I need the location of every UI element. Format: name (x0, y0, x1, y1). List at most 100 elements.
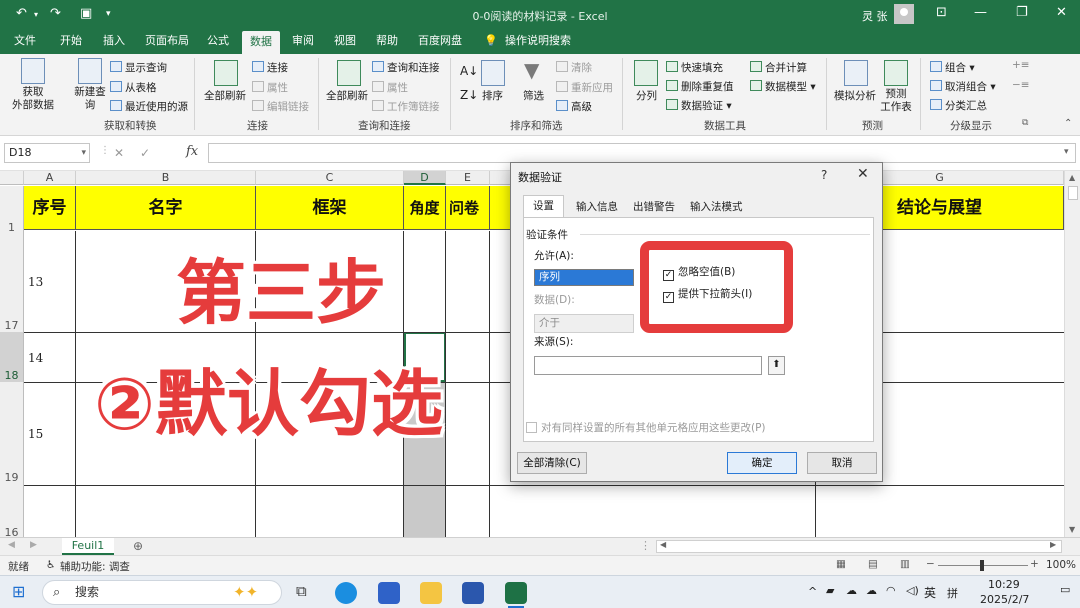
workbook-links-button[interactable]: 工作簿链接 (372, 99, 440, 114)
taskbar-search[interactable]: ⌕ 搜索 ✦✦ (42, 580, 282, 605)
onedrive-icon[interactable]: ☁ (866, 584, 877, 597)
cell-index-14[interactable]: 14 (28, 351, 43, 365)
page-break-view-icon[interactable]: ▥ (900, 558, 910, 570)
page-layout-view-icon[interactable]: ▤ (868, 558, 878, 570)
clear-all-button[interactable]: 全部清除(C) (517, 452, 587, 474)
consolidate-button[interactable]: 合并计算 (750, 60, 807, 75)
column-header-c[interactable]: C (256, 171, 404, 185)
recent-sources-button[interactable]: 最近使用的源 (110, 99, 188, 114)
sort-button[interactable]: 排序 (482, 88, 503, 103)
header-cell-angle[interactable]: 角度 (404, 186, 446, 230)
from-table-button[interactable]: 从表格 (110, 80, 157, 95)
dialog-launcher-icon[interactable]: ⧉ (1022, 118, 1028, 128)
tray-app-icon[interactable]: ▰ (826, 584, 834, 597)
cell-index-15[interactable]: 15 (28, 427, 43, 441)
ok-button[interactable]: 确定 (727, 452, 797, 474)
tab-baidu-netdisk[interactable]: 百度网盘 (418, 30, 462, 54)
new-query-icon[interactable] (78, 58, 102, 84)
tab-page-layout[interactable]: 页面布局 (145, 30, 189, 54)
wifi-icon[interactable]: ◠ (886, 584, 896, 597)
apply-to-all-checkbox[interactable]: 对有同样设置的所有其他单元格应用这些更改(P) (526, 420, 766, 435)
scroll-thumb[interactable] (1068, 186, 1078, 200)
scroll-down-icon[interactable]: ▼ (1069, 525, 1075, 534)
scroll-left-icon[interactable]: ◀ (660, 540, 666, 549)
sort-icon[interactable] (481, 60, 505, 86)
tab-data[interactable]: 数据 (242, 31, 280, 55)
data-model-button[interactable]: 数据模型 ▾ (750, 79, 816, 94)
excel-icon[interactable] (505, 582, 527, 604)
tray-chevron-icon[interactable]: ^ (808, 585, 817, 598)
new-query-button[interactable]: 新建查 询 (70, 86, 110, 112)
column-header-a[interactable]: A (24, 171, 76, 185)
group-button[interactable]: 组合 ▾ (930, 60, 975, 75)
tab-home[interactable]: 开始 (60, 30, 82, 54)
refresh-all-2-icon[interactable] (337, 60, 361, 86)
cloud-icon[interactable]: ☁ (846, 584, 857, 597)
task-view-icon[interactable]: ⧉ (296, 582, 307, 600)
connections-button[interactable]: 连接 (252, 60, 288, 75)
flash-fill-button[interactable]: 快速填充 (666, 60, 723, 75)
sheet-tab-feuil1[interactable]: Feuil1 (62, 538, 114, 555)
advanced-filter-button[interactable]: 高级 (556, 99, 592, 114)
insert-function-icon[interactable]: fx (186, 144, 198, 159)
tab-file[interactable]: 文件 (14, 30, 36, 54)
collapse-dialog-icon[interactable]: ⬆ (768, 356, 785, 375)
subtotal-button[interactable]: 分类汇总 (930, 98, 987, 113)
add-sheet-icon[interactable]: ⊕ (133, 539, 143, 553)
get-data-icon[interactable] (21, 58, 45, 84)
collapse-ribbon-icon[interactable]: ⌃ (1064, 118, 1072, 129)
refresh-all-icon[interactable] (214, 60, 238, 86)
help-icon[interactable]: ? (821, 168, 827, 182)
header-cell-name[interactable]: 名字 (76, 186, 256, 230)
dialog-tab-error-alert[interactable]: 出错警告 (629, 197, 679, 217)
checkbox-checked-icon[interactable]: ✓ (663, 292, 674, 303)
forecast-sheet-button[interactable]: 预测 工作表 (878, 88, 914, 114)
splitter-icon[interactable]: ⋮ (640, 539, 651, 552)
clock-date[interactable]: 2025/2/7 (980, 593, 1029, 606)
ungroup-button[interactable]: 取消组合 ▾ (930, 79, 996, 94)
filter-button[interactable]: 筛选 (523, 88, 544, 103)
select-all-corner[interactable] (0, 171, 24, 185)
column-header-e[interactable]: E (446, 171, 490, 185)
file-explorer-icon[interactable] (420, 582, 442, 604)
column-header-b[interactable]: B (76, 171, 256, 185)
forecast-sheet-icon[interactable] (884, 60, 908, 86)
header-cell-survey[interactable]: 问卷 (446, 186, 490, 230)
sort-ascending-icon[interactable]: A↓ (460, 64, 478, 78)
store-icon[interactable] (378, 582, 400, 604)
sort-descending-icon[interactable]: Z↓ (460, 88, 478, 102)
checkbox-unchecked-icon[interactable] (526, 422, 537, 433)
row-header-19[interactable]: 19 (0, 382, 24, 485)
show-queries-button[interactable]: 显示查询 (110, 60, 167, 75)
tab-insert[interactable]: 插入 (103, 30, 125, 54)
ribbon-display-icon[interactable]: ⊡ (936, 5, 947, 20)
notifications-icon[interactable]: ▭ (1060, 583, 1070, 596)
header-cell-framework[interactable]: 框架 (256, 186, 404, 230)
edge-icon[interactable] (335, 582, 357, 604)
close-icon[interactable]: ✕ (857, 166, 869, 182)
word-icon[interactable] (462, 582, 484, 604)
scroll-right-icon[interactable]: ▶ (1050, 540, 1056, 549)
properties-button[interactable]: 属性 (252, 80, 288, 95)
tell-me-search[interactable]: 操作说明搜索 (505, 30, 571, 54)
tab-formulas[interactable]: 公式 (207, 30, 229, 54)
ime-mode[interactable]: 拼 (947, 585, 958, 601)
dialog-tab-settings[interactable]: 设置 (523, 195, 564, 218)
refresh-all-button[interactable]: 全部刷新 (204, 88, 246, 103)
reapply-button[interactable]: 重新应用 (556, 80, 613, 95)
user-name[interactable]: 灵 张 (862, 8, 888, 24)
data-select[interactable]: 介于 (534, 314, 634, 333)
tab-review[interactable]: 审阅 (292, 30, 314, 54)
row-header-17[interactable]: 17 (0, 231, 24, 332)
volume-icon[interactable]: ◁) (906, 584, 919, 597)
row-header-1[interactable]: 1 (0, 186, 24, 234)
accessibility-status[interactable]: 辅助功能: 调查 (60, 559, 130, 574)
prev-sheet-icon[interactable]: ◀ (8, 540, 15, 550)
accessibility-icon[interactable]: ♿ (46, 559, 55, 571)
input-language[interactable]: 英 (924, 584, 936, 601)
windows-start-icon[interactable]: ⊞ (12, 582, 25, 601)
text-to-columns-button[interactable]: 分列 (636, 88, 657, 103)
zoom-out-icon[interactable]: − (926, 558, 935, 570)
filter-icon[interactable]: ▼ (524, 58, 539, 82)
remove-duplicates-button[interactable]: 删除重复值 (666, 79, 734, 94)
